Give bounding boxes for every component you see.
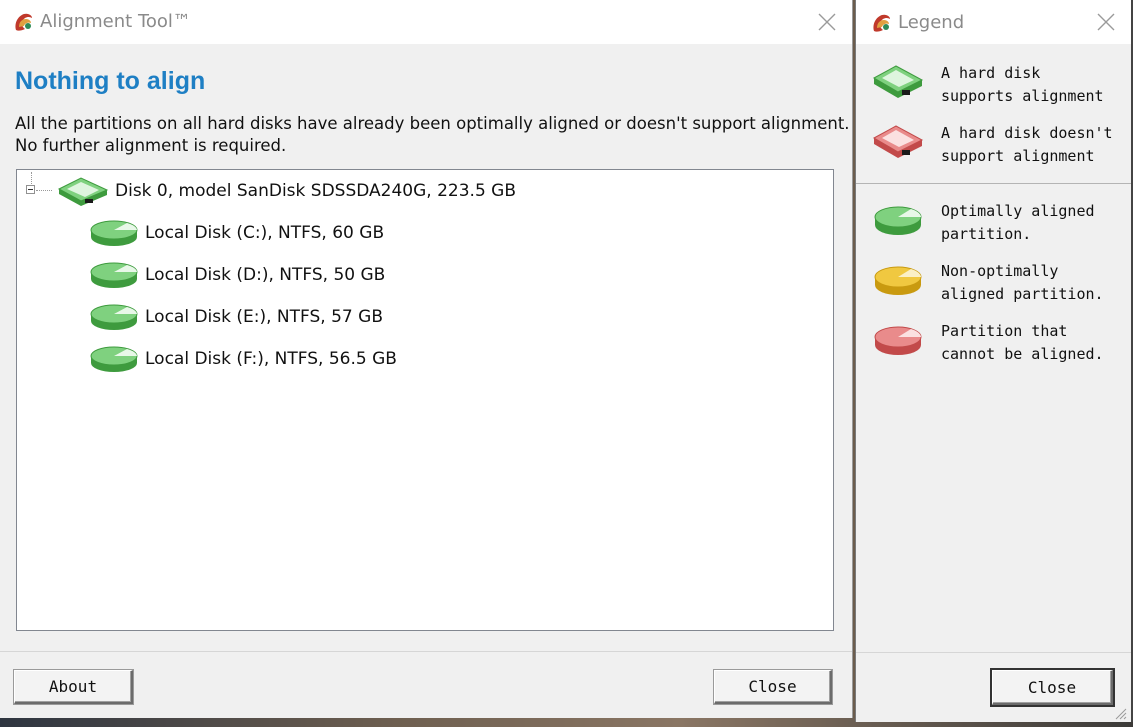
close-icon[interactable] (816, 11, 838, 33)
green-partition-icon (90, 304, 138, 330)
footer-divider (0, 651, 852, 652)
tree-node-label: Local Disk (D:), NTFS, 50 GB (145, 265, 386, 285)
legend-text: Partition that cannot be aligned. (941, 322, 1104, 363)
legend-divider (856, 183, 1131, 184)
description-line: No further alignment is required. (15, 136, 287, 155)
green-partition-icon (90, 346, 138, 372)
legend-text: A hard disk supports alignment (941, 64, 1104, 105)
legend-window: Legend A hard disk supports alignment A … (855, 0, 1133, 722)
title-bar[interactable]: Alignment Tool™ (0, 0, 852, 44)
legend-text: A hard disk doesn't support alignment (941, 124, 1113, 165)
legend-item-cannot-align: Partition that cannot be aligned. (872, 320, 1104, 366)
legend-close-button[interactable]: Close (992, 670, 1113, 705)
tree-node-label: Disk 0, model SanDisk SDSSDA240G, 223.5 … (115, 181, 517, 201)
close-icon[interactable] (1095, 11, 1117, 33)
tree-node-partition-f[interactable]: Local Disk (F:), NTFS, 56.5 GB (89, 343, 397, 375)
legend-text: Non-optimally aligned partition. (941, 262, 1104, 303)
description-line: All the partitions on all hard disks hav… (15, 114, 850, 133)
about-button[interactable]: About (14, 670, 133, 704)
window-title: Alignment Tool™ (40, 11, 191, 32)
tree-node-label: Local Disk (F:), NTFS, 56.5 GB (145, 349, 397, 369)
app-logo-icon (873, 14, 890, 32)
tree-connector (36, 190, 52, 191)
disk-tree[interactable]: Disk 0, model SanDisk SDSSDA240G, 223.5 … (16, 169, 834, 631)
alignment-tool-window: Alignment Tool™ Nothing to align All the… (0, 0, 853, 718)
legend-title: Legend (898, 12, 965, 33)
collapse-toggle-icon[interactable] (26, 185, 35, 194)
tree-node-partition-c[interactable]: Local Disk (C:), NTFS, 60 GB (89, 217, 384, 249)
tree-node-partition-d[interactable]: Local Disk (D:), NTFS, 50 GB (89, 259, 385, 291)
legend-item-disk-unsupported: A hard disk doesn't support alignment (872, 122, 1113, 168)
green-partition-icon (90, 220, 138, 246)
tree-node-disk-0[interactable]: Disk 0, model SanDisk SDSSDA240G, 223.5 … (57, 175, 516, 207)
legend-item-disk-supported: A hard disk supports alignment (872, 62, 1104, 108)
red-partition-icon (874, 326, 922, 355)
app-logo-icon (15, 13, 32, 31)
legend-text: Optimally aligned partition. (941, 202, 1095, 243)
resize-grip-icon[interactable] (1113, 706, 1127, 720)
legend-item-non-optimally-aligned: Non-optimally aligned partition. (872, 260, 1104, 306)
tree-connector (31, 172, 32, 184)
green-partition-icon (874, 206, 922, 235)
red-hard-disk-icon (872, 125, 924, 158)
green-partition-icon (90, 262, 138, 288)
legend-item-optimally-aligned: Optimally aligned partition. (872, 200, 1095, 246)
green-hard-disk-icon (872, 65, 924, 98)
status-description: All the partitions on all hard disks hav… (15, 113, 850, 157)
tree-node-label: Local Disk (E:), NTFS, 57 GB (145, 307, 383, 327)
close-button[interactable]: Close (714, 670, 832, 704)
legend-footer-divider (856, 652, 1131, 653)
yellow-partition-icon (874, 266, 922, 295)
page-title: Nothing to align (15, 67, 206, 95)
green-hard-disk-icon (57, 177, 109, 206)
legend-title-bar[interactable]: Legend (856, 0, 1131, 44)
tree-node-partition-e[interactable]: Local Disk (E:), NTFS, 57 GB (89, 301, 383, 333)
tree-node-label: Local Disk (C:), NTFS, 60 GB (145, 223, 385, 243)
